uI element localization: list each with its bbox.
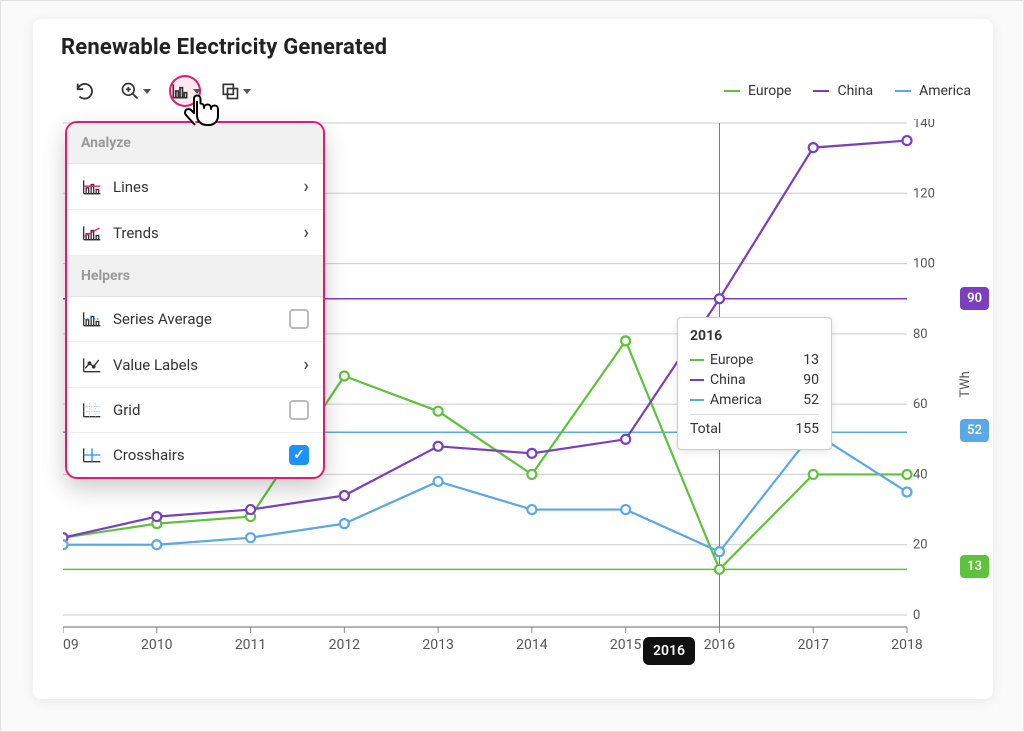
- tooltip-total-value: 155: [795, 421, 819, 437]
- legend: Europe China America: [724, 83, 971, 99]
- menu-item-label: Trends: [113, 224, 159, 242]
- svg-text:100: 100: [913, 257, 935, 272]
- tooltip-value: 13: [803, 352, 819, 368]
- svg-text:2010: 2010: [141, 637, 173, 653]
- undo-button[interactable]: [69, 75, 101, 107]
- menu-item-value-labels[interactable]: Value Labels ›: [67, 342, 323, 388]
- legend-label: China: [837, 83, 873, 99]
- svg-text:2017: 2017: [797, 637, 829, 653]
- checkbox[interactable]: [289, 309, 309, 329]
- tooltip-label: Europe: [710, 352, 753, 368]
- svg-text:2012: 2012: [329, 637, 361, 653]
- menu-item-lines[interactable]: Lines ›: [67, 164, 323, 210]
- series-average-icon: [81, 310, 103, 328]
- crosshairs-icon: [81, 446, 103, 464]
- chart-card: Renewable Electricity Generated Europe C…: [33, 19, 993, 699]
- crosshair-x-pill: 2016: [643, 637, 695, 665]
- checkbox-checked[interactable]: [289, 445, 309, 465]
- crosshair-pill-america: 52: [960, 419, 989, 442]
- svg-text:2015: 2015: [610, 637, 642, 653]
- svg-text:120: 120: [913, 186, 935, 201]
- crosshair-pill-china: 90: [960, 287, 989, 310]
- menu-item-label: Grid: [113, 401, 140, 419]
- zoom-button[interactable]: [119, 75, 151, 107]
- grid-icon: [81, 401, 103, 419]
- svg-text:60: 60: [913, 397, 928, 412]
- legend-item-china[interactable]: China: [813, 83, 873, 99]
- menu-section-helpers: Helpers: [67, 256, 323, 297]
- crosshair-pill-europe: 13: [960, 555, 989, 578]
- tooltip-swatch: [690, 399, 704, 401]
- legend-item-america[interactable]: America: [895, 83, 971, 99]
- tooltip: 2016 Europe 13 China 90 America 52 Total 155: [677, 317, 832, 450]
- chevron-right-icon: ›: [304, 354, 309, 375]
- menu-item-crosshairs[interactable]: Crosshairs: [67, 433, 323, 477]
- toolbar: [69, 75, 251, 107]
- trends-icon: [81, 224, 103, 242]
- zoom-icon: [120, 81, 140, 101]
- resize-button[interactable]: [219, 75, 251, 107]
- menu-item-series-average[interactable]: Series Average: [67, 297, 323, 342]
- tooltip-swatch: [690, 379, 704, 381]
- lines-icon: [81, 178, 103, 196]
- tooltip-value: 52: [803, 392, 819, 408]
- chevron-down-icon: [193, 89, 201, 94]
- chevron-right-icon: ›: [304, 176, 309, 197]
- svg-text:2009: 2009: [63, 637, 79, 653]
- tooltip-label: China: [710, 372, 746, 388]
- menu-item-label: Crosshairs: [113, 446, 185, 464]
- svg-text:2018: 2018: [891, 637, 923, 653]
- svg-text:40: 40: [913, 467, 928, 482]
- legend-swatch: [813, 90, 829, 92]
- resize-icon: [220, 81, 240, 101]
- chevron-down-icon: [243, 89, 251, 94]
- legend-item-europe[interactable]: Europe: [724, 83, 791, 99]
- legend-swatch: [724, 90, 740, 92]
- menu-item-label: Value Labels: [113, 356, 198, 374]
- undo-icon: [74, 80, 96, 102]
- value-labels-icon: [81, 356, 103, 374]
- svg-text:2014: 2014: [516, 637, 548, 653]
- tooltip-swatch: [690, 359, 704, 361]
- legend-label: America: [919, 83, 971, 99]
- analyze-button[interactable]: [169, 75, 201, 107]
- menu-item-grid[interactable]: Grid: [67, 388, 323, 433]
- menu-item-label: Series Average: [113, 310, 212, 328]
- tooltip-label: America: [710, 392, 762, 408]
- svg-text:2016: 2016: [704, 637, 736, 653]
- legend-swatch: [895, 90, 911, 92]
- tooltip-value: 90: [803, 372, 819, 388]
- svg-text:20: 20: [913, 538, 928, 553]
- svg-text:0: 0: [913, 608, 920, 623]
- chevron-down-icon: [143, 89, 151, 94]
- tooltip-title: 2016: [690, 328, 819, 344]
- tooltip-total-label: Total: [690, 421, 721, 437]
- chevron-right-icon: ›: [304, 222, 309, 243]
- menu-item-label: Lines: [113, 178, 149, 196]
- analyze-menu: Analyze Lines › Trends › Helpers Series …: [65, 121, 325, 479]
- svg-text:2013: 2013: [422, 637, 453, 653]
- analyze-icon: [170, 81, 190, 101]
- legend-label: Europe: [748, 83, 791, 99]
- y-axis-label: TWh: [958, 371, 973, 398]
- chart-title: Renewable Electricity Generated: [61, 35, 387, 60]
- menu-section-analyze: Analyze: [67, 123, 323, 164]
- svg-text:2011: 2011: [235, 637, 266, 653]
- checkbox[interactable]: [289, 400, 309, 420]
- svg-text:140: 140: [913, 119, 935, 131]
- menu-item-trends[interactable]: Trends ›: [67, 210, 323, 256]
- svg-text:80: 80: [913, 327, 928, 342]
